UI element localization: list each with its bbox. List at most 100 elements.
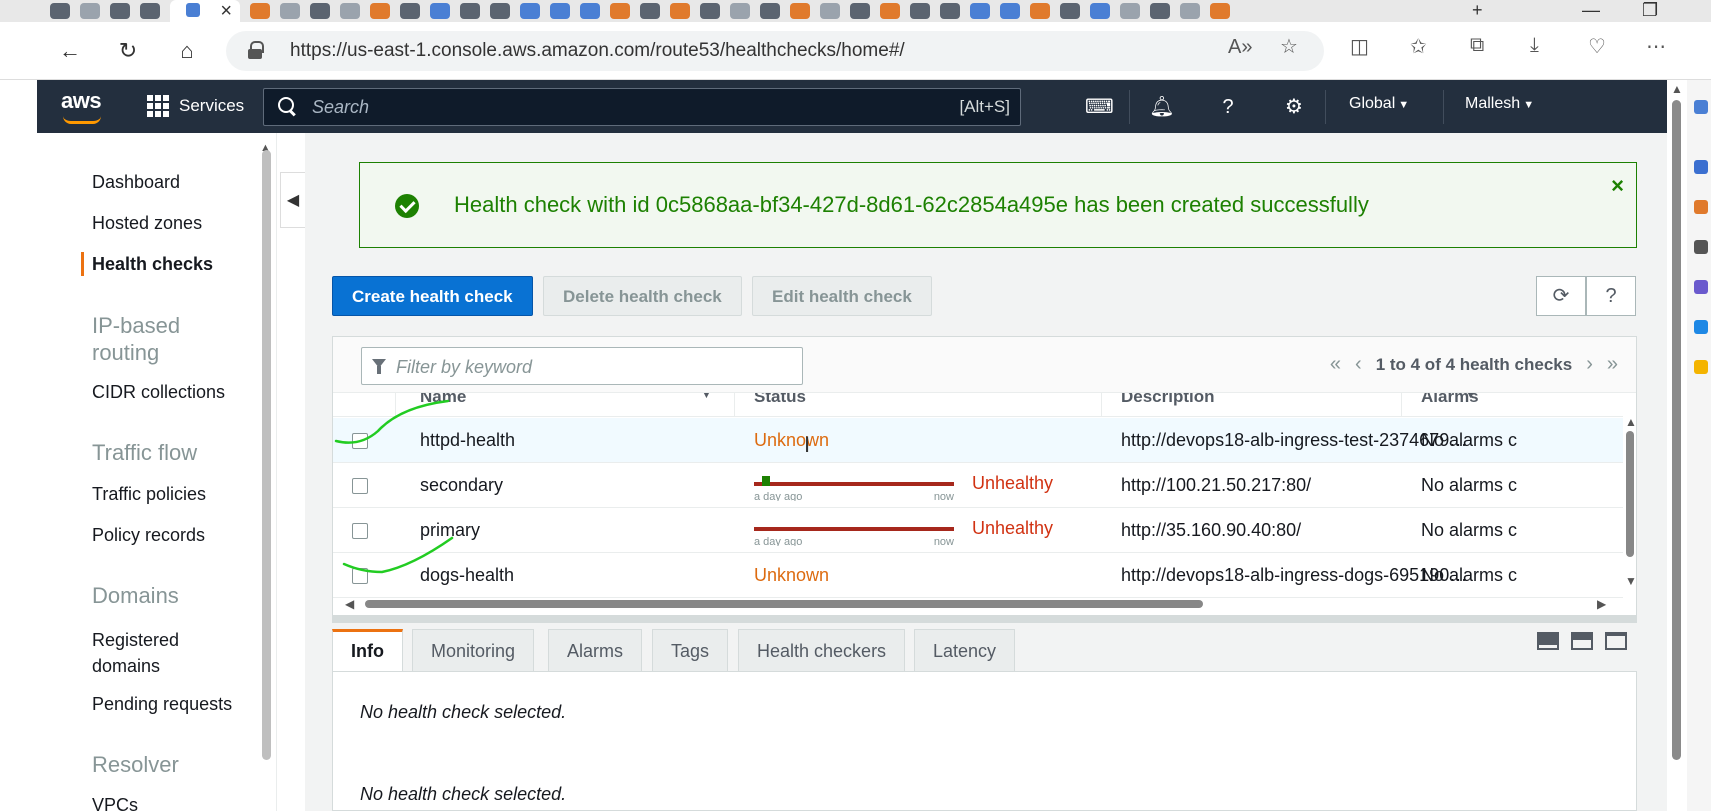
table-horizontal-scrollbar[interactable]: ◀ ▶	[333, 593, 1638, 615]
scroll-up-arrow-icon[interactable]: ▲	[1625, 415, 1637, 429]
sidebar-item-cidr-collections[interactable]: CIDR collections	[92, 382, 225, 403]
tab[interactable]	[370, 3, 390, 19]
tab[interactable]	[430, 3, 450, 19]
filter-input[interactable]	[396, 355, 786, 379]
restore-icon[interactable]: ❐	[1642, 0, 1658, 22]
row-checkbox[interactable]	[352, 478, 368, 494]
outlook-icon[interactable]	[1694, 320, 1708, 334]
tab[interactable]	[910, 3, 930, 19]
sidebar-item-policy-records[interactable]: Policy records	[92, 525, 205, 546]
row-checkbox[interactable]	[352, 568, 368, 584]
drop-icon[interactable]	[1694, 360, 1708, 374]
delete-health-check-button[interactable]: Delete health check	[543, 276, 742, 316]
scroll-thumb[interactable]	[1672, 100, 1681, 760]
tab[interactable]	[140, 3, 160, 19]
more-icon[interactable]: ⋯	[1646, 34, 1666, 59]
sidebar-item-hosted-zones[interactable]: Hosted zones	[92, 213, 202, 234]
health-check-name[interactable]: secondary	[420, 475, 503, 496]
read-aloud-icon[interactable]: A»	[1228, 36, 1252, 59]
sidebar-item-pending-requests[interactable]: Pending requests	[92, 694, 232, 715]
panel-half-icon[interactable]	[1571, 632, 1593, 650]
table-row[interactable]: dogs-health Unknown http://devops18-alb-…	[333, 553, 1623, 598]
row-checkbox[interactable]	[352, 433, 368, 449]
new-tab-button[interactable]: +	[1472, 0, 1483, 22]
copilot-icon[interactable]	[1694, 160, 1708, 174]
tab-info[interactable]: Info	[332, 629, 403, 674]
cloudshell-icon[interactable]: ⌨	[1085, 94, 1114, 120]
scroll-left-arrow-icon[interactable]: ◀	[345, 597, 354, 611]
collections-icon[interactable]: ⧉	[1470, 34, 1484, 57]
page-scrollbar[interactable]: ▲	[1667, 80, 1687, 811]
collapse-sidebar-button[interactable]: ◀	[280, 172, 306, 228]
split-screen-icon[interactable]: ◫	[1350, 34, 1369, 59]
aws-search-input[interactable]	[312, 95, 812, 119]
tab[interactable]	[640, 3, 660, 19]
tab[interactable]	[730, 3, 750, 19]
account-menu[interactable]: Mallesh	[1465, 95, 1534, 113]
games-icon[interactable]	[1694, 280, 1708, 294]
table-row[interactable]: primary a day ago now Unhealthy http://3…	[333, 508, 1623, 553]
sidebar-item-health-checks[interactable]: Health checks	[92, 254, 213, 275]
notifications-bell-icon[interactable]: 🔔︎	[1149, 94, 1175, 120]
tab[interactable]	[1060, 3, 1080, 19]
dismiss-close-icon[interactable]: ×	[1611, 173, 1624, 199]
tab[interactable]	[670, 3, 690, 19]
table-row[interactable]: secondary a day ago now Unhealthy http:/…	[333, 463, 1623, 508]
tab[interactable]	[700, 3, 720, 19]
active-tab[interactable]	[170, 0, 240, 22]
scroll-down-arrow-icon[interactable]: ▼	[1625, 574, 1637, 588]
sidebar-item-dashboard[interactable]: Dashboard	[92, 172, 180, 193]
tab[interactable]	[880, 3, 900, 19]
tab[interactable]	[1150, 3, 1170, 19]
home-icon[interactable]: ⌂	[172, 36, 202, 66]
search-icon[interactable]	[1694, 100, 1708, 114]
tab[interactable]	[850, 3, 870, 19]
row-checkbox[interactable]	[352, 523, 368, 539]
health-check-name[interactable]: primary	[420, 520, 480, 541]
scroll-right-arrow-icon[interactable]: ▶	[1597, 597, 1606, 611]
tab[interactable]	[400, 3, 420, 19]
table-vertical-scrollbar[interactable]: ▲ ▼	[1623, 393, 1637, 593]
tab-latency[interactable]: Latency	[914, 629, 1016, 671]
tab[interactable]	[280, 3, 300, 19]
last-page-icon[interactable]: »	[1607, 353, 1618, 376]
table-row[interactable]: httpd-health Unknown http://devops18-alb…	[333, 418, 1623, 463]
health-check-name[interactable]: httpd-health	[420, 430, 515, 451]
tab[interactable]	[50, 3, 70, 19]
settings-gear-icon[interactable]: ⚙	[1281, 94, 1307, 120]
sidebar-item-registered-domains[interactable]: Registered domains	[92, 627, 202, 679]
extensions-icon[interactable]: ♡	[1588, 34, 1606, 59]
sidebar-item-vpcs[interactable]: VPCs	[92, 795, 138, 811]
favorites-icon[interactable]: ✩	[1410, 34, 1427, 59]
tab-monitoring[interactable]: Monitoring	[412, 629, 535, 671]
tab[interactable]	[1210, 3, 1230, 19]
url-field[interactable]: https://us-east-1.console.aws.amazon.com…	[226, 31, 1324, 71]
tab[interactable]	[790, 3, 810, 19]
tab[interactable]	[520, 3, 540, 19]
column-header-description[interactable]: Description	[1121, 393, 1215, 407]
help-circle-icon[interactable]: ?	[1586, 276, 1636, 316]
tab[interactable]	[580, 3, 600, 19]
tab[interactable]	[1030, 3, 1050, 19]
shopping-icon[interactable]	[1694, 200, 1708, 214]
tools-icon[interactable]	[1694, 240, 1708, 254]
filter-box[interactable]	[361, 347, 803, 385]
favorite-star-icon[interactable]: ☆	[1280, 34, 1298, 59]
tab[interactable]	[250, 3, 270, 19]
tab[interactable]	[760, 3, 780, 19]
create-health-check-button[interactable]: Create health check	[332, 276, 533, 316]
sidebar-scrollbar[interactable]	[262, 150, 271, 760]
tab[interactable]	[940, 3, 960, 19]
help-icon[interactable]: ?	[1215, 94, 1241, 120]
refresh-icon[interactable]: ⟳	[1536, 276, 1586, 316]
services-menu[interactable]: Services	[147, 90, 244, 122]
edit-health-check-button[interactable]: Edit health check	[752, 276, 932, 316]
aws-search-box[interactable]: [Alt+S]	[263, 88, 1021, 126]
minimize-icon[interactable]: —	[1582, 0, 1600, 22]
tab[interactable]	[1180, 3, 1200, 19]
panel-splitter[interactable]	[332, 616, 1637, 623]
column-header-name[interactable]: Name	[420, 393, 466, 407]
sort-caret-icon[interactable]: ▼	[1465, 393, 1476, 401]
tab[interactable]	[550, 3, 570, 19]
tab[interactable]	[1000, 3, 1020, 19]
